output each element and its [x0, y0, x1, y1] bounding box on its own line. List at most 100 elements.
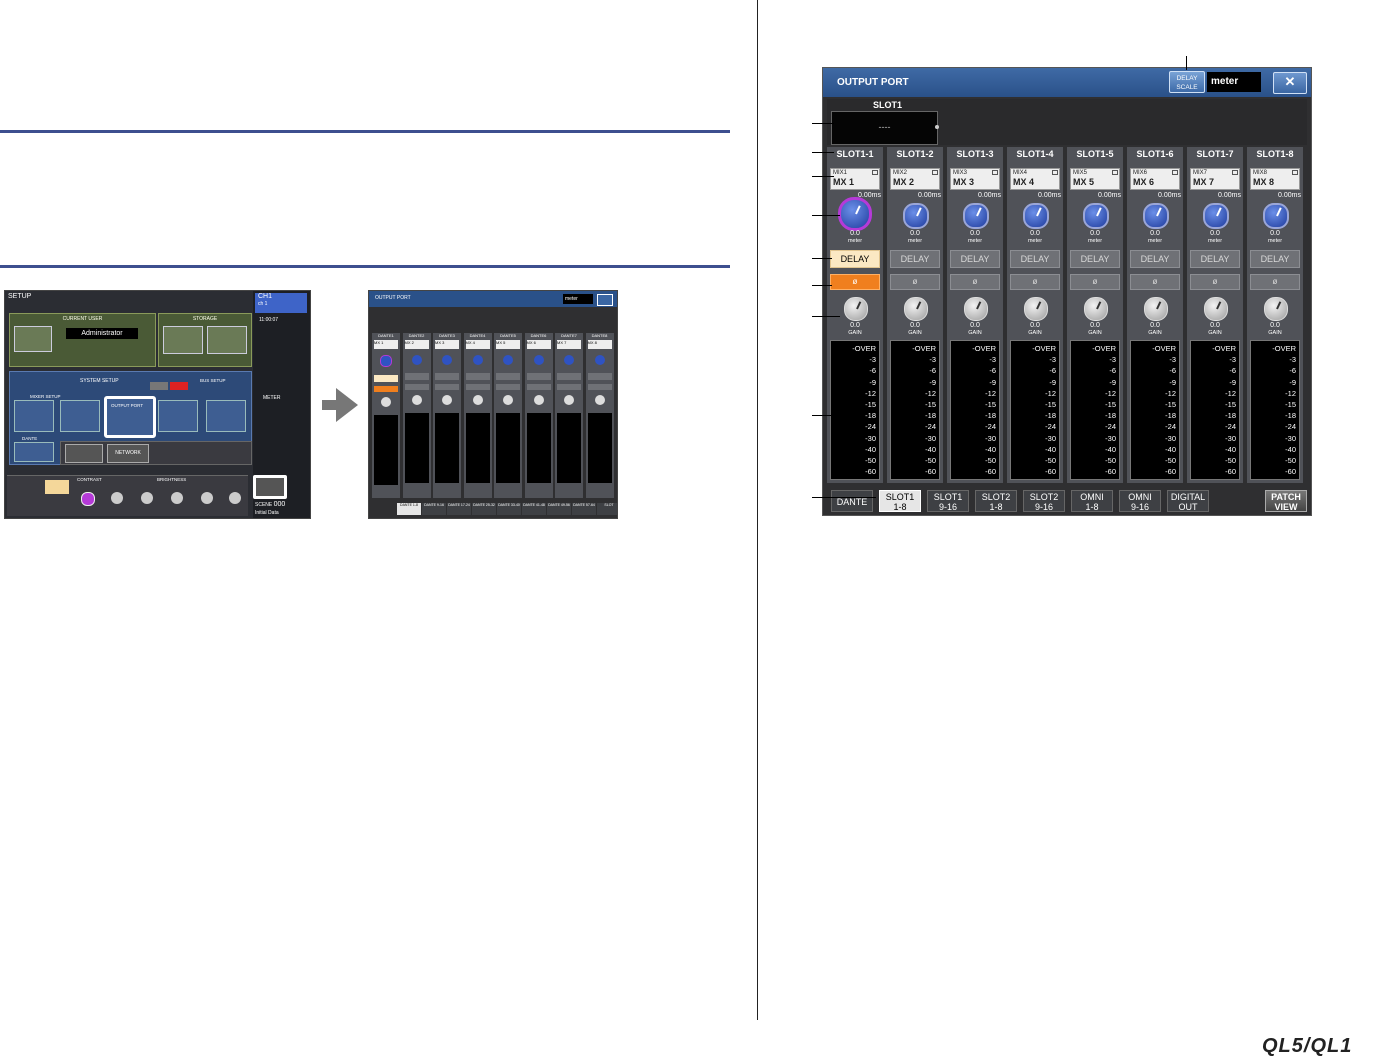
delay-button[interactable]: DELAY [890, 250, 940, 268]
thumb-delay-knob[interactable] [380, 355, 392, 367]
tab-button[interactable]: OMNI 9-16 [1119, 490, 1161, 512]
thumb-gain-knob[interactable] [594, 395, 605, 405]
thumb-phase-button[interactable] [526, 384, 551, 390]
thumb-tab[interactable]: DANTE 17-24 [447, 503, 471, 515]
thumb-tab[interactable]: DANTE 9-16 [422, 503, 446, 515]
delay-knob[interactable] [1203, 203, 1229, 229]
patch-button[interactable]: MIX3 MX 3 [950, 168, 1000, 190]
delay-button[interactable]: DELAY [1190, 250, 1240, 268]
delay-scale-value[interactable]: meter [1207, 72, 1261, 92]
thumb-delay-button[interactable] [374, 375, 398, 382]
thumb-patch[interactable]: MX 3 [435, 340, 459, 349]
thumb-patch[interactable]: MX 6 [526, 340, 551, 349]
bus-setup-button[interactable] [206, 400, 246, 432]
thumb-gain-knob[interactable] [472, 395, 483, 405]
thumb-delay-knob[interactable] [411, 355, 422, 365]
thumb-close-button[interactable] [597, 294, 613, 306]
delay-button[interactable]: DELAY [1070, 250, 1120, 268]
save-load-button[interactable] [207, 326, 247, 354]
thumb-delay-knob[interactable] [472, 355, 483, 365]
phase-button[interactable]: ø [830, 274, 880, 290]
cascade-button[interactable] [60, 400, 100, 432]
thumb-phase-button[interactable] [374, 386, 398, 392]
brightness-knob-lamp[interactable] [229, 492, 241, 504]
delay-knob[interactable] [1083, 203, 1109, 229]
thumb-delay-button[interactable] [435, 373, 459, 380]
thumb-phase-button[interactable] [587, 384, 612, 390]
patch-button[interactable]: MIX7 MX 7 [1190, 168, 1240, 190]
thumb-delay-button[interactable] [587, 373, 612, 380]
brightness-knob-chcolor[interactable] [141, 492, 153, 504]
user-name-box[interactable]: Administrator [66, 328, 138, 339]
tab-button[interactable]: SLOT1 9-16 [927, 490, 969, 512]
thumb-tab[interactable]: DANTE 57-64 [572, 503, 596, 515]
user-setup-button[interactable] [14, 326, 52, 352]
tab-button[interactable]: SLOT2 1-8 [975, 490, 1017, 512]
gain-knob[interactable] [1084, 297, 1108, 321]
phantom-on-button[interactable] [170, 382, 188, 390]
thumb-tab[interactable]: DANTE 33-40 [497, 503, 521, 515]
thumb-tab[interactable]: DANTE 49-56 [547, 503, 571, 515]
thumb-delay-knob[interactable] [442, 355, 452, 365]
delay-knob[interactable] [838, 197, 872, 231]
thumb-gain-knob[interactable] [411, 395, 422, 405]
thumb-gain-knob[interactable] [533, 395, 544, 405]
brightness-knob-panel[interactable] [201, 492, 213, 504]
thumb-delay-button[interactable] [465, 373, 490, 380]
tab-button[interactable]: DIGITAL OUT [1167, 490, 1209, 512]
thumb-tab[interactable]: DANTE 25-32 [472, 503, 496, 515]
output-port-button[interactable]: OUTPUT PORT [104, 396, 156, 438]
tab-button[interactable]: SLOT2 9-16 [1023, 490, 1065, 512]
close-button[interactable]: ✕ [1273, 72, 1307, 94]
delay-button[interactable]: DELAY [1130, 250, 1180, 268]
delay-button[interactable]: DELAY [830, 250, 880, 268]
thumb-tab[interactable]: SLOT [597, 503, 617, 515]
phase-button[interactable]: ø [1250, 274, 1300, 290]
thumb-gain-knob[interactable] [381, 397, 391, 407]
thumb-gain-knob[interactable] [503, 395, 513, 405]
phase-button[interactable]: ø [1130, 274, 1180, 290]
thumb-phase-button[interactable] [496, 384, 520, 390]
dante-setup-button[interactable] [14, 442, 54, 462]
thumb-tab[interactable]: DANTE 41-48 [522, 503, 546, 515]
patch-button[interactable]: MIX6 MX 6 [1130, 168, 1180, 190]
thumb-delay-button[interactable] [526, 373, 551, 380]
thumb-gain-knob[interactable] [442, 395, 452, 405]
gain-knob[interactable] [964, 297, 988, 321]
patch-button[interactable]: MIX5 MX 5 [1070, 168, 1120, 190]
tab-button[interactable]: SLOT1 1-8 [879, 490, 921, 512]
thumb-phase-button[interactable] [465, 384, 490, 390]
patch-button[interactable]: MIX4 MX 4 [1010, 168, 1060, 190]
delay-knob[interactable] [1023, 203, 1049, 229]
phase-button[interactable]: ø [950, 274, 1000, 290]
thumb-delay-knob[interactable] [594, 355, 605, 365]
phase-button[interactable]: ø [1010, 274, 1060, 290]
delay-knob[interactable] [1263, 203, 1289, 229]
thumb-delay-knob[interactable] [533, 355, 544, 365]
phantom-off-button[interactable] [150, 382, 168, 390]
channel-indicator[interactable]: CH1 ch 1 [255, 293, 307, 313]
setup-tab-button[interactable] [253, 475, 287, 499]
thumb-patch[interactable]: MX 1 [374, 340, 398, 349]
gain-knob[interactable] [1204, 297, 1228, 321]
delay-scale-button[interactable]: DELAY SCALE [1169, 71, 1205, 93]
bank-a-button[interactable] [45, 480, 69, 494]
create-user-key-button[interactable] [163, 326, 203, 354]
brightness-knob-screen[interactable] [171, 492, 183, 504]
thumb-patch[interactable]: MX 4 [465, 340, 490, 349]
midi-gpi-button[interactable] [158, 400, 198, 432]
date-time-button[interactable] [65, 444, 103, 463]
phase-button[interactable]: ø [890, 274, 940, 290]
thumb-patch[interactable]: MX 7 [557, 340, 581, 349]
gain-knob[interactable] [1024, 297, 1048, 321]
delay-knob[interactable] [1143, 203, 1169, 229]
thumb-patch[interactable]: MX 8 [587, 340, 612, 349]
delay-button[interactable]: DELAY [950, 250, 1000, 268]
thumb-patch[interactable]: MX 5 [496, 340, 520, 349]
delay-knob[interactable] [903, 203, 929, 229]
thumb-delay-button[interactable] [404, 373, 429, 380]
phase-button[interactable]: ø [1190, 274, 1240, 290]
network-button[interactable]: NETWORK [107, 444, 149, 463]
phase-button[interactable]: ø [1070, 274, 1120, 290]
delay-button[interactable]: DELAY [1250, 250, 1300, 268]
